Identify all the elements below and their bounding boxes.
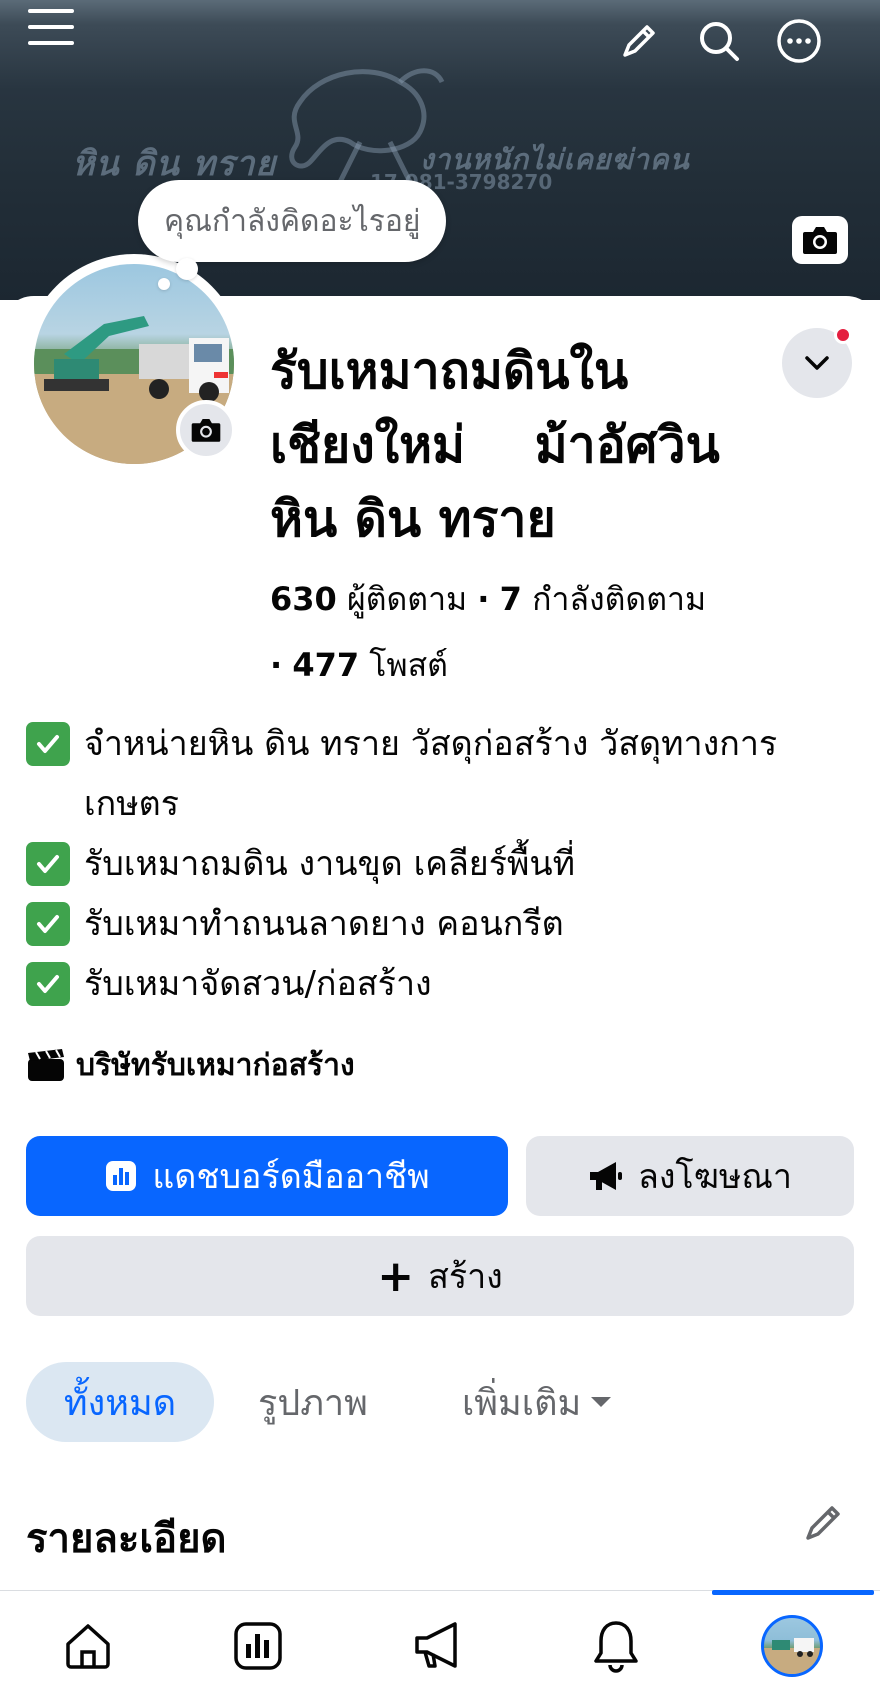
megaphone-icon [590, 1162, 622, 1190]
following-label[interactable]: กำลังติดตาม [532, 580, 706, 618]
details-section-title: รายละเอียด [26, 1516, 227, 1562]
posts-label: โพสต์ [369, 646, 448, 684]
tab-more[interactable]: เพิ่มเติม [462, 1362, 612, 1442]
nav-profile[interactable] [760, 1614, 824, 1678]
thought-prompt: คุณกำลังคิดอะไรอยู่ [164, 203, 421, 239]
page-title-line: หิน ดิน ทราย [270, 490, 556, 548]
plus-icon: + [377, 1250, 415, 1302]
page-title: รับเหมาถมดินใน เชียงใหม่ ม้าอัศวิน หิน ด… [270, 334, 790, 556]
dashboard-button-label: แดชบอร์ดมืออาชีพ [152, 1157, 430, 1197]
thought-bubble-dot [158, 278, 170, 290]
nav-home[interactable] [56, 1614, 120, 1678]
notification-dot [834, 326, 852, 344]
check-mark-icon [26, 962, 70, 1006]
menu-icon[interactable] [24, 0, 78, 54]
posts-count: 477 [292, 646, 360, 684]
bio-text: จำหน่ายหิน ดิน ทราย วัสดุก่อสร้าง วัสดุท… [84, 724, 778, 824]
pencil-icon[interactable] [612, 14, 666, 68]
page-bio: จำหน่ายหิน ดิน ทราย วัสดุก่อสร้าง วัสดุท… [26, 714, 846, 1014]
category-label: บริษัทรับเหมาก่อสร้าง [76, 1048, 355, 1083]
bio-line: รับเหมาจัดสวน/ก่อสร้าง [26, 954, 846, 1014]
advertise-button[interactable]: ลงโฆษณา [526, 1136, 854, 1216]
create-button[interactable]: + สร้าง [26, 1236, 854, 1316]
advertise-button-label: ลงโฆษณา [638, 1157, 792, 1197]
create-button-label: สร้าง [428, 1257, 503, 1297]
professional-dashboard-button[interactable]: แดชบอร์ดมืออาชีพ [26, 1136, 508, 1216]
nav-dashboard[interactable] [226, 1614, 290, 1678]
bio-text: รับเหมาจัดสวน/ก่อสร้าง [84, 964, 432, 1004]
check-mark-icon [26, 902, 70, 946]
tab-all-label: ทั้งหมด [63, 1382, 177, 1424]
check-mark-icon [26, 842, 70, 886]
dashboard-icon [106, 1161, 137, 1191]
nav-ads[interactable] [406, 1614, 470, 1678]
page-title-line: เชียงใหม่ ม้าอัศวิน [270, 416, 720, 474]
tab-photos-label: รูปภาพ [258, 1382, 368, 1424]
page-title-line: รับเหมาถมดินใน [270, 342, 629, 400]
chevron-down-icon [805, 356, 829, 370]
tab-all[interactable]: ทั้งหมด [26, 1362, 214, 1442]
clapperboard-icon [28, 1048, 64, 1081]
thought-bubble[interactable]: คุณกำลังคิดอะไรอยู่ [138, 180, 447, 262]
following-count[interactable]: 7 [500, 580, 522, 618]
thought-bubble-dot [176, 258, 198, 280]
stats-separator: · [477, 580, 490, 618]
search-icon[interactable] [692, 14, 746, 68]
bell-icon [594, 1621, 638, 1673]
followers-label[interactable]: ผู้ติดตาม [347, 580, 467, 618]
tab-more-label: เพิ่มเติม [462, 1382, 582, 1424]
stats-separator: · [270, 646, 283, 684]
home-icon [66, 1624, 110, 1669]
caret-down-icon [591, 1397, 612, 1407]
nav-notifications[interactable] [584, 1614, 648, 1678]
bio-line: รับเหมาทำถนนลาดยาง คอนกรีต [26, 894, 846, 954]
tab-photos[interactable]: รูปภาพ [258, 1362, 368, 1442]
cover-camera-button[interactable] [792, 216, 848, 264]
bio-text: รับเหมาถมดิน งานขุด เคลียร์พื้นที่ [84, 844, 576, 884]
more-icon[interactable] [772, 14, 826, 68]
edit-pencil-icon[interactable] [800, 1498, 848, 1546]
page-category: บริษัทรับเหมาก่อสร้าง [26, 1042, 355, 1089]
check-mark-icon [26, 722, 70, 766]
page-stats: 630 ผู้ติดตาม · 7 กำลังติดตาม · 477 โพสต… [270, 566, 770, 698]
nav-active-indicator [712, 1590, 874, 1595]
dashboard-icon [234, 1622, 282, 1670]
profile-avatar [761, 1615, 823, 1677]
bio-line: รับเหมาถมดิน งานขุด เคลียร์พื้นที่ [26, 834, 846, 894]
followers-count[interactable]: 630 [270, 580, 337, 618]
camera-icon [191, 419, 221, 442]
bio-text: รับเหมาทำถนนลาดยาง คอนกรีต [84, 904, 564, 944]
profile-camera-button[interactable] [176, 400, 236, 460]
bio-line: จำหน่ายหิน ดิน ทราย วัสดุก่อสร้าง วัสดุท… [26, 714, 846, 834]
megaphone-icon [415, 1622, 457, 1668]
camera-icon [803, 227, 837, 254]
